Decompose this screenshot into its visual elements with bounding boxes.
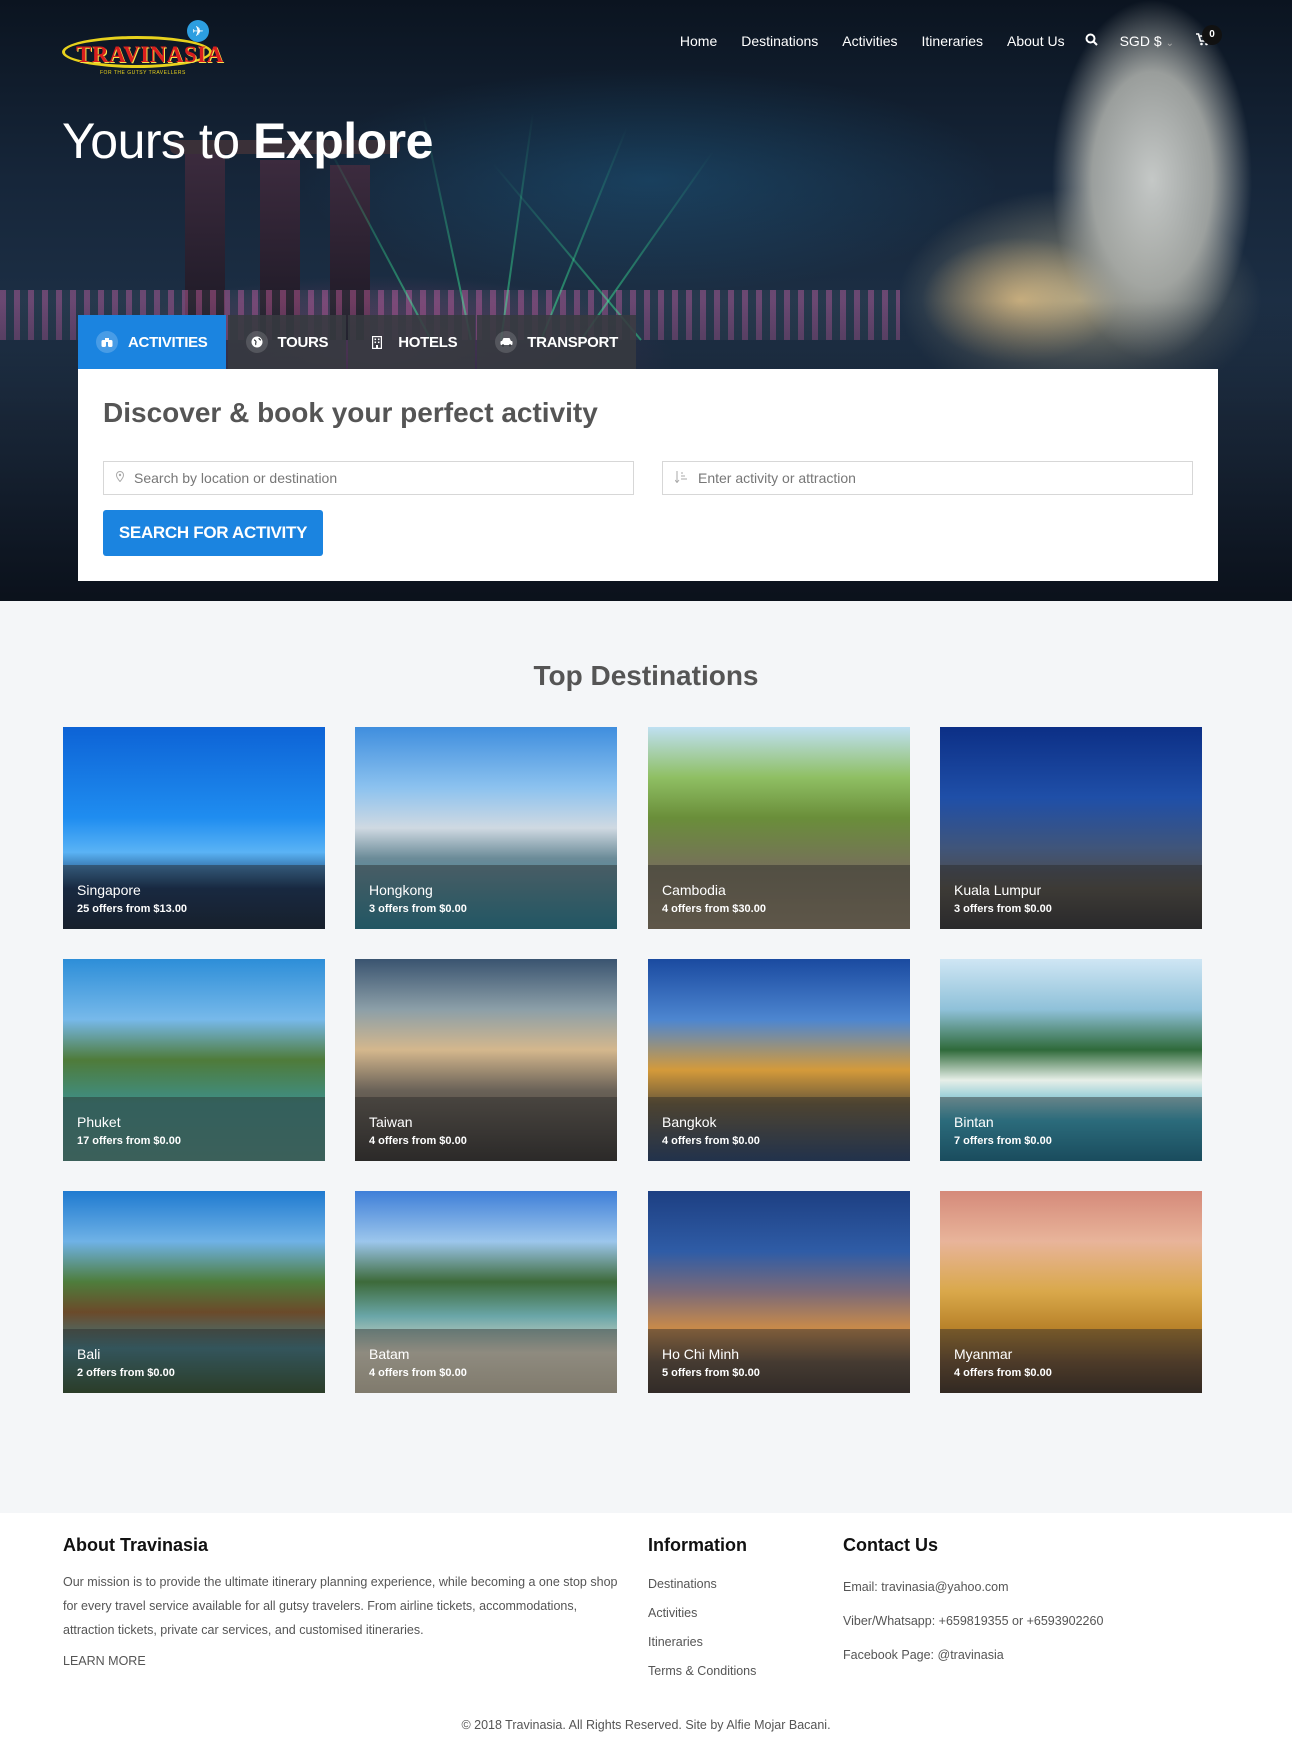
footer-information: Information Destinations Activities Itin… [648,1535,756,1686]
destination-name: Bangkok [662,1114,717,1130]
footer-link-activities[interactable]: Activities [648,1599,756,1628]
tab-tours[interactable]: TOURS [227,315,347,369]
destination-offers: 4 offers from $30.00 [662,903,766,915]
destination-name: Batam [369,1346,410,1362]
building-icon [366,331,388,353]
cart-count-badge: 0 [1202,25,1222,45]
hero-title-bold: Explore [253,113,433,169]
footer-about-text: Our mission is to provide the ultimate i… [63,1575,618,1637]
destination-card-cambodia[interactable]: Cambodia 4 offers from $30.00 [648,727,910,929]
nav-home[interactable]: Home [680,33,717,49]
map-pin-icon [115,470,125,485]
contact-email: Email: travinasia@yahoo.com [843,1580,1009,1594]
destination-name: Hongkong [369,882,433,898]
tab-activities[interactable]: ACTIVITIES [78,315,226,369]
activity-field[interactable] [662,461,1193,495]
hero-title: Yours to Explore [62,112,433,170]
search-panel: Discover & book your perfect activity SE… [78,369,1218,581]
destination-offers: 4 offers from $0.00 [662,1135,760,1147]
destination-offers: 7 offers from $0.00 [954,1135,1052,1147]
destination-name: Bintan [954,1114,994,1130]
destination-offers: 4 offers from $0.00 [954,1367,1052,1379]
learn-more-link[interactable]: LEARN MORE [63,1654,623,1668]
binoculars-icon [96,331,118,353]
destination-offers: 3 offers from $0.00 [954,903,1052,915]
search-icon[interactable] [1085,33,1098,49]
tab-tours-label: TOURS [277,333,329,351]
destination-name: Myanmar [954,1346,1013,1362]
destination-offers: 3 offers from $0.00 [369,903,467,915]
tab-activities-label: ACTIVITIES [128,333,208,351]
currency-label: SGD $ [1119,33,1162,49]
footer-contact-title: Contact Us [843,1535,939,1555]
footer-info-title: Information [648,1535,747,1555]
destination-name: Ho Chi Minh [662,1346,740,1362]
location-input[interactable] [134,470,614,486]
nav-itineraries[interactable]: Itineraries [922,33,983,49]
footer-about-title: About Travinasia [63,1535,209,1555]
footer-link-terms[interactable]: Terms & Conditions [648,1657,756,1686]
main-nav: Home Destinations Activities Itineraries… [656,25,1222,49]
destination-card-singapore[interactable]: Singapore 25 offers from $13.00 [63,727,325,929]
site-footer: About Travinasia Our mission is to provi… [0,1513,1292,1739]
currency-selector[interactable]: SGD $ ⌄ [1120,33,1174,49]
destination-offers: 17 offers from $0.00 [77,1135,181,1147]
card-overlay [63,1329,325,1393]
site-logo[interactable]: ✈ TRAVINASIA FOR THE GUTSY TRAVELLERS [62,12,223,76]
hero-title-light: Yours to [62,113,240,169]
destination-offers: 4 offers from $0.00 [369,1367,467,1379]
location-field[interactable] [103,461,634,495]
destination-card-ho-chi-minh[interactable]: Ho Chi Minh 5 offers from $0.00 [648,1191,910,1393]
logo-wordmark: TRAVINASIA [76,42,224,67]
tab-transport-label: TRANSPORT [527,333,618,351]
destination-offers: 2 offers from $0.00 [77,1367,175,1379]
destination-card-hongkong[interactable]: Hongkong 3 offers from $0.00 [355,727,617,929]
destination-name: Singapore [77,882,141,898]
destination-name: Kuala Lumpur [954,882,1042,898]
destination-name: Taiwan [369,1114,413,1130]
car-icon [495,331,518,353]
sort-icon [674,470,688,486]
logo-tagline: FOR THE GUTSY TRAVELLERS [100,70,186,76]
destination-name: Bali [77,1346,101,1362]
destination-card-phuket[interactable]: Phuket 17 offers from $0.00 [63,959,325,1161]
destination-card-bangkok[interactable]: Bangkok 4 offers from $0.00 [648,959,910,1161]
destination-offers: 4 offers from $0.00 [369,1135,467,1147]
footer-contact: Contact Us Email: travinasia@yahoo.com V… [843,1535,1103,1672]
destination-offers: 25 offers from $13.00 [77,903,188,915]
destination-card-kuala-lumpur[interactable]: Kuala Lumpur 3 offers from $0.00 [940,727,1202,929]
nav-destinations[interactable]: Destinations [741,33,818,49]
destination-offers: 5 offers from $0.00 [662,1367,760,1379]
nav-activities[interactable]: Activities [842,33,897,49]
airplane-icon: ✈ [187,20,209,42]
contact-phone: Viber/Whatsapp: +659819355 or +659390226… [843,1614,1104,1628]
nav-about-us[interactable]: About Us [1007,33,1065,49]
footer-about: About Travinasia Our mission is to provi… [63,1535,623,1668]
destination-card-batam[interactable]: Batam 4 offers from $0.00 [355,1191,617,1393]
footer-link-itineraries[interactable]: Itineraries [648,1628,756,1657]
destination-card-taiwan[interactable]: Taiwan 4 offers from $0.00 [355,959,617,1161]
chevron-down-icon: ⌄ [1165,38,1174,49]
search-activity-button[interactable]: SEARCH FOR ACTIVITY [103,510,323,556]
destination-card-bintan[interactable]: Bintan 7 offers from $0.00 [940,959,1202,1161]
search-heading: Discover & book your perfect activity [103,397,598,428]
destination-card-bali[interactable]: Bali 2 offers from $0.00 [63,1191,325,1393]
destination-name: Cambodia [662,882,726,898]
destination-card-myanmar[interactable]: Myanmar 4 offers from $0.00 [940,1191,1202,1393]
footer-link-destinations[interactable]: Destinations [648,1570,756,1599]
contact-facebook: Facebook Page: @travinasia [843,1648,1004,1662]
tab-hotels-label: HOTELS [398,333,458,351]
globe-icon [245,331,268,353]
activity-input[interactable] [698,470,1178,486]
tab-hotels[interactable]: HOTELS [348,315,476,369]
destination-name: Phuket [77,1114,121,1130]
top-destinations-title: Top Destinations [533,660,759,691]
search-tabs: ACTIVITIES TOURS HOTELS TRANSPORT [78,315,638,369]
copyright: © 2018 Travinasia. All Rights Reserved. … [461,1718,831,1732]
cart-button[interactable]: 0 [1196,25,1222,49]
tab-transport[interactable]: TRANSPORT [477,315,636,369]
